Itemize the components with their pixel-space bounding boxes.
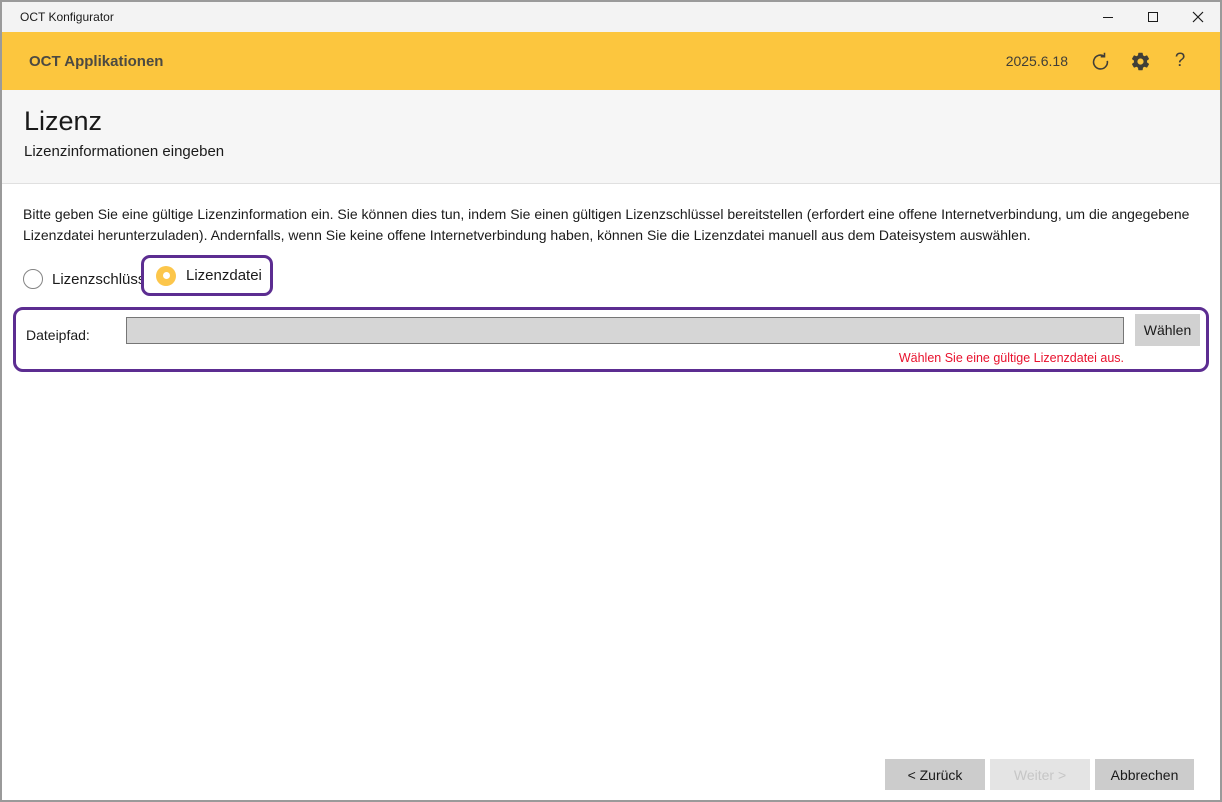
cancel-button[interactable]: Abbrechen (1095, 759, 1194, 790)
settings-button[interactable] (1120, 41, 1160, 81)
radio-selected-icon (156, 266, 176, 286)
window-controls (1085, 2, 1220, 32)
app-header-bar: OCT Applikationen 2025.6.18 ? (2, 32, 1220, 90)
page-subtitle: Lizenzinformationen eingeben (24, 143, 1220, 160)
page-title: Lizenz (24, 105, 1220, 137)
refresh-button[interactable] (1080, 41, 1120, 81)
radio-option-lizenzdatei[interactable]: Lizenzdatei (141, 255, 273, 296)
help-button[interactable]: ? (1160, 41, 1200, 81)
settings-gear-icon (1130, 51, 1151, 72)
page-header: Lizenz Lizenzinformationen eingeben (2, 90, 1220, 184)
appbar-actions: 2025.6.18 ? (1006, 41, 1220, 81)
maximize-button[interactable] (1130, 2, 1175, 32)
validation-error-text: Wählen Sie eine gültige Lizenzdatei aus. (126, 351, 1124, 365)
back-button[interactable]: < Zurück (885, 759, 985, 790)
app-window: OCT Konfigurator OCT Applikationen 2025.… (0, 0, 1222, 802)
intro-text: Bitte geben Sie eine gültige Lizenzinfor… (23, 204, 1199, 246)
minimize-button[interactable] (1085, 2, 1130, 32)
radio-label-lizenzdatei: Lizenzdatei (186, 267, 262, 284)
close-button[interactable] (1175, 2, 1220, 32)
choose-file-button[interactable]: Wählen (1135, 314, 1200, 346)
help-icon: ? (1175, 50, 1186, 72)
maximize-icon (1148, 12, 1158, 22)
file-path-section: Dateipfad: Wählen Wählen Sie eine gültig… (13, 307, 1209, 372)
radio-option-lizenzschluessel[interactable]: Lizenzschlüssel (23, 267, 157, 291)
titlebar: OCT Konfigurator (2, 2, 1220, 32)
file-path-label: Dateipfad: (26, 327, 90, 343)
close-icon (1192, 11, 1204, 23)
next-button: Weiter > (990, 759, 1090, 790)
file-path-input (126, 317, 1124, 344)
window-title: OCT Konfigurator (2, 10, 114, 24)
app-title: OCT Applikationen (2, 53, 163, 70)
minimize-icon (1103, 17, 1113, 18)
refresh-icon (1090, 51, 1111, 72)
radio-unselected-icon (23, 269, 43, 289)
version-label: 2025.6.18 (1006, 53, 1068, 69)
